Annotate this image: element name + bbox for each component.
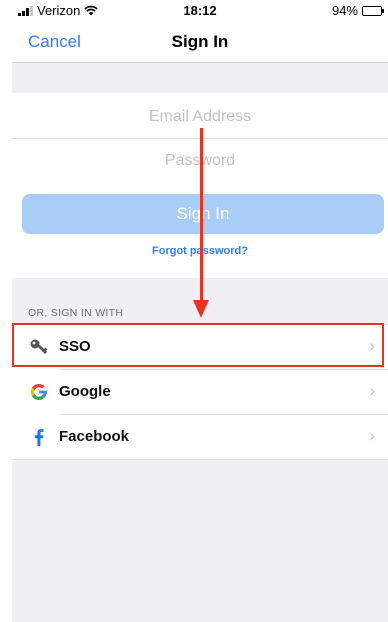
section-header: OR, SIGN IN WITH (28, 307, 124, 319)
facebook-icon (34, 429, 44, 446)
facebook-option[interactable]: Facebook › (12, 415, 388, 459)
chevron-right-icon: › (368, 426, 376, 447)
battery-group: 94% (331, 3, 384, 18)
phone-screen: Verizon 18:12 94% Cancel Sign In Email A… (12, 0, 388, 622)
sso-highlight-box (12, 323, 384, 367)
navigation-bar: Cancel Sign In (12, 22, 388, 63)
sign-in-button[interactable]: Sign In (22, 194, 384, 234)
battery-percent: 94% (331, 3, 358, 18)
annotation-arrow-head (193, 300, 209, 318)
google-label: Google (59, 383, 111, 400)
status-bar: Verizon 18:12 94% (12, 0, 388, 22)
annotation-arrow (200, 128, 203, 300)
google-option[interactable]: Google › (12, 370, 388, 414)
battery-icon (362, 5, 384, 16)
facebook-label: Facebook (59, 428, 130, 445)
google-icon (30, 383, 47, 401)
chevron-right-icon: › (368, 381, 376, 402)
page-title: Sign In (171, 32, 229, 51)
